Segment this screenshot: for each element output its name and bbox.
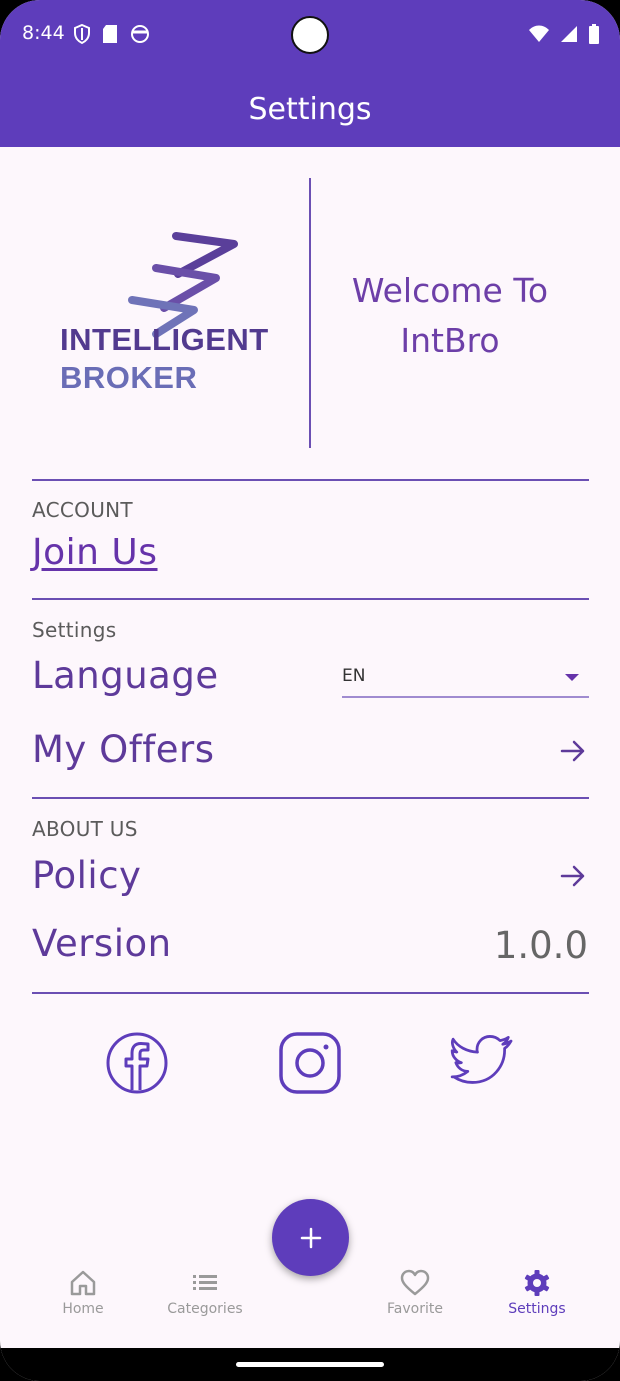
nav-item-categories[interactable]: Categories bbox=[150, 1268, 260, 1317]
add-button[interactable] bbox=[272, 1199, 349, 1276]
divider bbox=[32, 479, 589, 481]
language-select[interactable]: EN bbox=[342, 656, 589, 698]
vertical-divider bbox=[309, 178, 311, 448]
divider bbox=[32, 992, 589, 994]
status-icons-left bbox=[74, 24, 150, 44]
status-icons-right bbox=[528, 24, 600, 44]
home-icon bbox=[70, 1270, 96, 1296]
gear-icon bbox=[524, 1270, 550, 1296]
my-offers-label: My Offers bbox=[32, 728, 215, 771]
section-label-about: ABOUT US bbox=[32, 817, 138, 841]
version-label: Version bbox=[32, 922, 172, 965]
nav-label-favorite: Favorite bbox=[387, 1301, 443, 1317]
nav-item-settings[interactable]: Settings bbox=[482, 1268, 592, 1317]
divider bbox=[32, 598, 589, 600]
divider bbox=[32, 797, 589, 799]
language-label: Language bbox=[32, 654, 219, 697]
heart-icon bbox=[400, 1269, 430, 1296]
list-icon bbox=[193, 1275, 217, 1290]
shield-icon bbox=[74, 24, 90, 44]
nav-label-categories: Categories bbox=[167, 1301, 243, 1317]
battery-icon bbox=[589, 24, 599, 44]
gesture-bar bbox=[0, 1348, 620, 1381]
policy-label: Policy bbox=[32, 854, 142, 897]
version-value: 1.0.0 bbox=[493, 924, 588, 967]
language-select-value: EN bbox=[342, 666, 366, 686]
status-time: 8:44 bbox=[22, 22, 65, 44]
logo-word-broker: BROKER bbox=[60, 360, 198, 395]
facebook-icon[interactable] bbox=[104, 1030, 170, 1096]
logo-word-intelligent: INTELLIGENT bbox=[60, 322, 269, 357]
brand-header: INTELLIGENT BROKER Welcome To IntBro bbox=[32, 178, 588, 448]
twitter-icon[interactable] bbox=[450, 1030, 516, 1096]
nav-label-settings: Settings bbox=[508, 1301, 566, 1317]
signal-icon bbox=[561, 26, 577, 42]
app-bar: Settings bbox=[0, 72, 620, 147]
welcome-text: Welcome To IntBro bbox=[322, 266, 578, 366]
front-camera bbox=[291, 16, 329, 54]
section-label-settings: Settings bbox=[32, 618, 117, 642]
nav-item-home[interactable]: Home bbox=[28, 1268, 138, 1317]
plus-icon bbox=[300, 1227, 321, 1248]
status-bar: 8:44 bbox=[0, 0, 620, 72]
device-screen: 8:44 Settings INTELLIGENT BROKER Welcome… bbox=[0, 0, 620, 1381]
nav-item-favorite[interactable]: Favorite bbox=[360, 1268, 470, 1317]
home-gesture-handle[interactable] bbox=[236, 1362, 384, 1367]
nav-label-home: Home bbox=[62, 1301, 104, 1317]
arrow-right-icon[interactable] bbox=[560, 863, 586, 889]
instagram-icon[interactable] bbox=[277, 1030, 343, 1096]
sd-card-icon bbox=[103, 25, 117, 43]
page-title: Settings bbox=[248, 92, 372, 127]
welcome-line-1: Welcome To bbox=[351, 271, 549, 310]
face-icon bbox=[131, 25, 149, 43]
join-us-link[interactable]: Join Us bbox=[32, 532, 158, 573]
chevron-down-icon bbox=[565, 674, 579, 681]
section-label-account: ACCOUNT bbox=[32, 498, 133, 522]
arrow-right-icon[interactable] bbox=[560, 738, 586, 764]
welcome-line-2: IntBro bbox=[400, 321, 500, 360]
wifi-icon bbox=[529, 25, 549, 42]
